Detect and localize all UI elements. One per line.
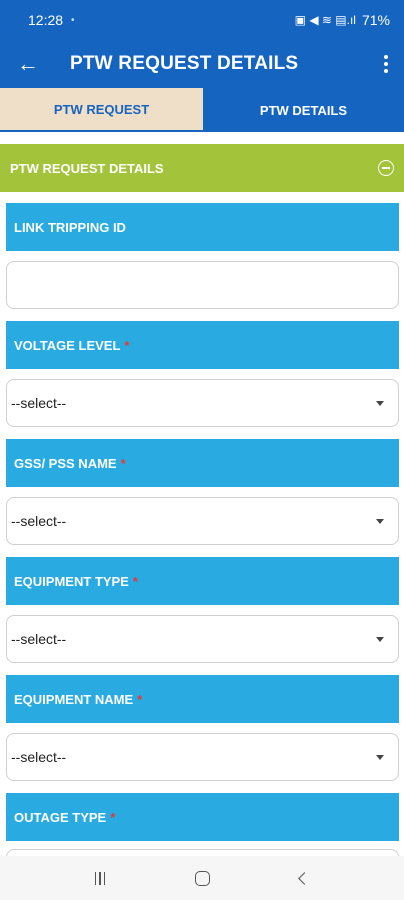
outage-type-label: OUTAGE TYPE * xyxy=(6,793,399,841)
voltage-level-label-text: VOLTAGE LEVEL xyxy=(14,337,121,353)
equipment-type-selected: --select-- xyxy=(11,631,67,647)
required-marker: * xyxy=(120,455,126,471)
voltage-level-selected: --select-- xyxy=(11,395,67,411)
section-header[interactable]: PTW REQUEST DETAILS xyxy=(0,144,404,192)
required-marker: * xyxy=(124,337,130,353)
equipment-name-selected: --select-- xyxy=(11,749,67,765)
back-arrow-icon[interactable]: ← xyxy=(0,51,56,77)
dropdown-caret-icon xyxy=(376,754,384,760)
back-chevron-icon[interactable] xyxy=(298,871,311,885)
app-bar: ← PTW REQUEST DETAILS xyxy=(0,40,404,88)
voltage-level-label: VOLTAGE LEVEL * xyxy=(6,321,399,369)
notification-dot-icon: • xyxy=(71,14,75,26)
link-tripping-id-label: LINK TRIPPING ID xyxy=(6,203,399,251)
gss-pss-name-select[interactable]: --select-- xyxy=(6,497,399,545)
equipment-type-label: EQUIPMENT TYPE * xyxy=(6,557,399,605)
dropdown-caret-icon xyxy=(376,400,384,406)
link-tripping-id-field[interactable] xyxy=(6,261,399,309)
required-marker: * xyxy=(137,691,143,707)
required-marker: * xyxy=(110,809,116,825)
equipment-name-label: EQUIPMENT NAME * xyxy=(6,675,399,723)
gss-pss-name-label-text: GSS/ PSS NAME xyxy=(14,455,117,471)
tab-ptw-request[interactable]: PTW REQUEST xyxy=(0,88,203,132)
home-icon[interactable] xyxy=(195,870,211,886)
status-time: 12:28 xyxy=(28,12,64,28)
gss-pss-name-selected: --select-- xyxy=(11,513,67,529)
system-indicators-icon: ▣ ◀ ≋ ▤.ıl xyxy=(294,13,356,27)
battery-percent: 71% xyxy=(361,12,390,28)
section-title: PTW REQUEST DETAILS xyxy=(10,160,164,176)
tab-ptw-details[interactable]: PTW DETAILS xyxy=(203,88,404,132)
status-bar: 12:28 • ▣ ◀ ≋ ▤.ıl 71% xyxy=(0,0,404,40)
link-tripping-id-label-text: LINK TRIPPING ID xyxy=(14,219,126,235)
dropdown-caret-icon xyxy=(376,636,384,642)
voltage-level-select[interactable]: --select-- xyxy=(6,379,399,427)
more-options-icon[interactable] xyxy=(368,55,404,73)
status-indicators: ▣ ◀ ≋ ▤.ıl 71% xyxy=(295,12,390,28)
recents-icon[interactable] xyxy=(94,871,106,885)
collapse-icon[interactable] xyxy=(378,160,394,176)
equipment-name-label-text: EQUIPMENT NAME xyxy=(14,691,134,707)
equipment-type-select[interactable]: --select-- xyxy=(6,615,399,663)
page-title: PTW REQUEST DETAILS xyxy=(70,53,299,74)
outage-type-label-text: OUTAGE TYPE xyxy=(14,809,107,825)
equipment-type-label-text: EQUIPMENT TYPE xyxy=(14,573,129,589)
tab-bar: PTW REQUEST PTW DETAILS xyxy=(0,88,404,132)
system-nav-bar xyxy=(0,856,404,900)
dropdown-caret-icon xyxy=(376,518,384,524)
gss-pss-name-label: GSS/ PSS NAME * xyxy=(6,439,399,487)
equipment-name-select[interactable]: --select-- xyxy=(6,733,399,781)
link-tripping-id-input[interactable] xyxy=(11,277,398,293)
required-marker: * xyxy=(132,573,138,589)
